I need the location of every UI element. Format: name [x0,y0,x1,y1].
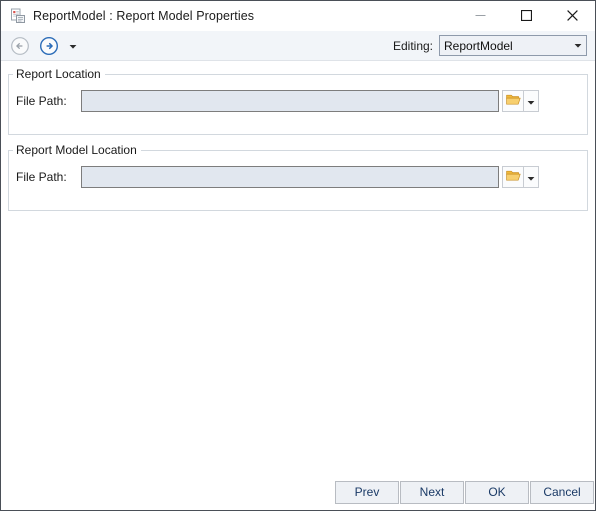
navigation-toolbar: Editing: ReportModel [1,31,595,61]
dialog-content: Report Location File Path: Report Model … [1,61,595,474]
report-model-location-browse-button[interactable] [502,166,524,188]
dialog-window: ReportModel : Report Model Properties Ed… [0,0,596,511]
report-location-legend: Report Location [16,67,101,81]
report-model-location-legend: Report Model Location [16,143,137,157]
report-model-location-file-path-input[interactable] [81,166,499,188]
editing-combobox-value: ReportModel [444,38,513,53]
ok-button[interactable]: OK [465,480,529,504]
editing-combobox[interactable]: ReportModel [439,35,587,56]
window-controls [457,1,595,31]
dialog-footer: Prev Next OK Cancel [1,474,595,510]
report-model-location-file-path-label: File Path: [16,170,67,184]
minimize-button[interactable] [457,1,503,31]
chevron-down-icon [69,38,77,53]
back-button[interactable] [10,36,30,56]
minimize-icon [475,9,486,24]
cancel-button[interactable]: Cancel [530,480,594,504]
report-model-location-browse-dropdown-button[interactable] [524,166,539,188]
title-bar: ReportModel : Report Model Properties [1,1,595,31]
forward-button[interactable] [39,36,59,56]
report-location-file-path-label: File Path: [16,94,67,108]
close-button[interactable] [549,1,595,31]
chevron-down-icon[interactable] [569,36,586,55]
next-button[interactable]: Next [400,480,464,504]
report-model-location-row: File Path: [9,166,587,188]
report-properties-icon [10,8,26,24]
maximize-icon [520,9,532,24]
open-folder-icon [505,169,521,185]
maximize-button[interactable] [503,1,549,31]
report-location-row: File Path: [9,90,587,112]
report-model-location-browse-group [502,166,539,188]
report-location-browse-group [502,90,539,112]
chevron-down-icon [527,170,535,185]
report-location-browse-dropdown-button[interactable] [524,90,539,112]
forward-arrow-icon [39,36,59,59]
report-model-location-group: Report Model Location File Path: [8,143,588,211]
footer-button-group: Prev Next OK Cancel [334,480,595,504]
close-icon [566,9,578,24]
open-folder-icon [505,93,521,109]
navigation-history-dropdown-button[interactable] [67,37,79,55]
report-location-group: Report Location File Path: [8,67,588,135]
report-location-file-path-input[interactable] [81,90,499,112]
window-title: ReportModel : Report Model Properties [33,9,255,23]
report-location-browse-button[interactable] [502,90,524,112]
chevron-down-icon [527,94,535,109]
prev-button[interactable]: Prev [335,480,399,504]
editing-label: Editing: [392,38,433,53]
editing-selector: Editing: ReportModel [393,35,587,56]
back-arrow-icon [10,36,30,59]
